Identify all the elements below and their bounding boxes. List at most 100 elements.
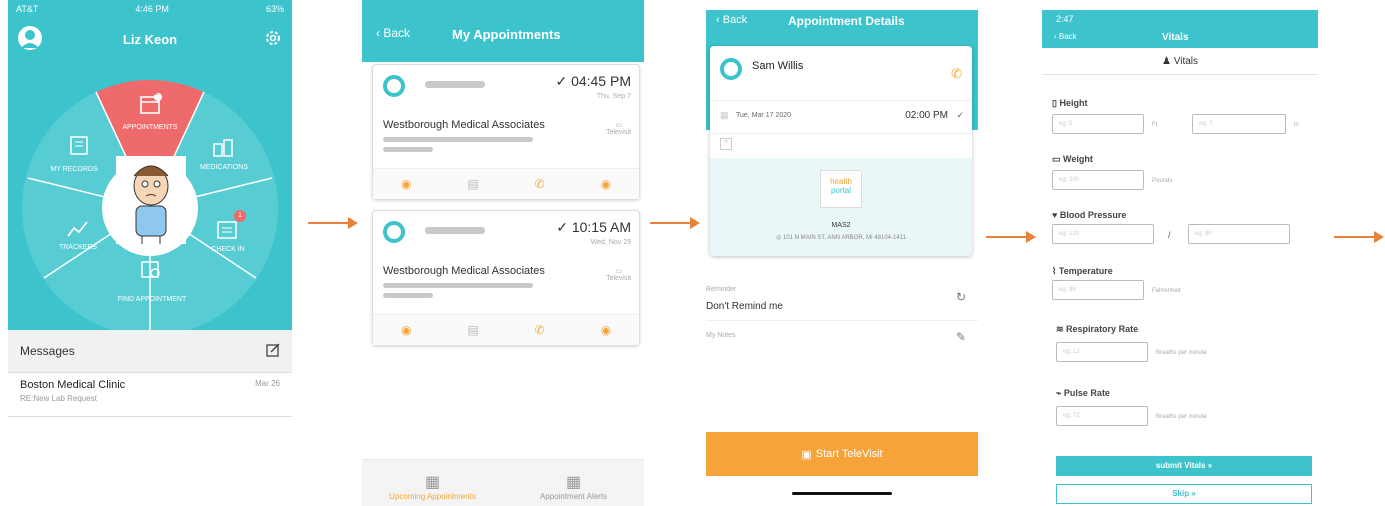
patient-name-redacted: [425, 81, 485, 88]
message-sender: Boston Medical Clinic: [20, 379, 126, 391]
menu-appointments[interactable]: APPOINTMENTS: [110, 124, 190, 131]
trackers-icon: [66, 218, 90, 245]
weight-label-text: Weight: [1063, 154, 1093, 164]
message-item[interactable]: Boston Medical Clinic RE:New Lab Request…: [8, 373, 292, 417]
clock: 2:47: [1056, 14, 1074, 24]
appointment-date: Wed, Nov 29: [590, 239, 631, 246]
temperature-input[interactable]: eg: 99: [1052, 280, 1144, 300]
menu-my-records[interactable]: MY RECORDS: [34, 166, 114, 173]
profile-icon[interactable]: [18, 26, 42, 50]
address-redacted: [383, 137, 533, 142]
avatar: [116, 156, 186, 244]
temperature-unit: Fahrenheit: [1152, 288, 1181, 294]
video-icon: ▣: [801, 448, 812, 461]
gear-icon[interactable]: [264, 29, 282, 50]
tab-upcoming-appointments[interactable]: ▦ Upcoming Appointments: [362, 460, 503, 506]
notes-row[interactable]: My Notes ✎: [706, 326, 978, 356]
my-appointments-screen: ‹ Back My Appointments ✓ 04:45 PM Thu, S…: [362, 0, 644, 506]
televisit-label: Televisit: [606, 275, 631, 282]
page-title: Appointment Details: [788, 14, 905, 28]
address-redacted-2: [383, 147, 433, 152]
temperature-label-text: Temperature: [1058, 266, 1113, 276]
respiratory-rate-label: ≋ Respiratory Rate: [1056, 324, 1139, 334]
appointment-date: Thu, Sep 7: [596, 93, 631, 100]
address-redacted-2: [383, 293, 433, 298]
televisit-indicator: ▭ Televisit: [606, 267, 631, 282]
appointments-header: ‹ Back My Appointments: [362, 0, 644, 62]
facility-name: MAS2: [831, 222, 851, 229]
bp-separator: /: [1168, 230, 1171, 240]
view-icon[interactable]: ◉: [601, 178, 611, 190]
menu-find-appointment[interactable]: FIND APPOINTMENT: [112, 296, 192, 303]
height-label-text: Height: [1059, 98, 1088, 108]
checkin-form-icon[interactable]: ▤: [467, 324, 478, 336]
back-button[interactable]: ‹ Back: [376, 26, 410, 40]
phone-icon[interactable]: ✆: [535, 178, 545, 190]
vitals-section-title: ♟ Vitals: [1042, 50, 1318, 75]
pulse-rate-label-text: Pulse Rate: [1063, 388, 1110, 398]
location-icon[interactable]: ◉: [401, 324, 411, 336]
pulse-rate-label: ⌁ Pulse Rate: [1056, 388, 1110, 398]
menu-check-in[interactable]: CHECK IN: [188, 246, 268, 253]
health-portal-logo: health portal: [820, 170, 862, 208]
appointment-time: ✓ 04:45 PM: [555, 73, 631, 89]
height-inches-input[interactable]: eg: 7: [1192, 114, 1286, 134]
pulse-rate-input[interactable]: eg: 72: [1056, 406, 1148, 426]
location-icon[interactable]: ◉: [401, 178, 411, 190]
blood-pressure-label-text: Blood Pressure: [1059, 210, 1127, 220]
message-date: Mar 26: [255, 379, 280, 388]
diastolic-input[interactable]: eg: 80: [1188, 224, 1290, 244]
person-icon: ♟: [1161, 56, 1171, 67]
submit-vitals-button[interactable]: submit Vitals »: [1056, 456, 1312, 476]
skip-button[interactable]: Skip »: [1056, 484, 1312, 504]
patient-name-redacted: [425, 227, 485, 234]
weight-label: ▭ Weight: [1052, 154, 1093, 164]
appointment-details-screen: ‹ Back Appointment Details Sam Willis ✆ …: [706, 10, 978, 506]
appointment-card[interactable]: ✓ 10:15 AM Wed, Nov 29 Westborough Medic…: [372, 210, 640, 346]
carrier-label: AT&T: [16, 4, 39, 14]
facility-address: ◎ 101 N MAIN ST, ANN ARBOR, MI 48104-141…: [776, 235, 906, 241]
tab-alerts-label: Appointment Alerts: [539, 492, 608, 501]
compose-icon[interactable]: [266, 342, 280, 360]
user-name: Liz Keon: [122, 31, 178, 47]
home-header: Liz Keon: [8, 18, 292, 60]
messages-header: Messages: [8, 330, 292, 373]
reminder-row[interactable]: Reminder Don't Remind me ↻: [706, 280, 978, 321]
back-label: Back: [383, 26, 411, 40]
logo-word-health: health: [830, 177, 852, 186]
message-subject: RE:New Lab Request: [20, 394, 97, 403]
back-label: Back: [1058, 32, 1077, 41]
clinic-name: Westborough Medical Associates: [383, 265, 545, 277]
height-feet-input[interactable]: eg: 5: [1052, 114, 1144, 134]
back-button[interactable]: ‹ Back: [1054, 32, 1077, 41]
facility-address-text: 101 N MAIN ST, ANN ARBOR, MI 48104-1411: [782, 235, 906, 241]
televisit-indicator: ▭ Televisit: [606, 121, 631, 136]
vitals-screen: 2:47 ‹ Back Vitals ♟ Vitals ▯ Height eg:…: [1042, 10, 1318, 506]
view-icon[interactable]: ◉: [601, 324, 611, 336]
respiratory-rate-label-text: Respiratory Rate: [1066, 324, 1139, 334]
menu-trackers[interactable]: TRACKERS: [38, 244, 118, 251]
back-label: Back: [722, 14, 748, 26]
phone-icon[interactable]: ✆: [951, 66, 962, 82]
calendar-alert-icon: ▦: [565, 474, 582, 491]
start-televisit-button[interactable]: ▣ Start TeleVisit: [706, 432, 978, 476]
address-redacted: [383, 283, 533, 288]
help-icon[interactable]: ?: [720, 138, 732, 150]
weight-input[interactable]: eg: 200: [1052, 170, 1144, 190]
alarm-edit-icon[interactable]: ↻: [956, 290, 966, 304]
reminder-value: Don't Remind me: [706, 301, 783, 312]
calendar-icon: ▦: [424, 474, 441, 491]
phone-icon[interactable]: ✆: [535, 324, 545, 336]
start-televisit-label: Start TeleVisit: [815, 448, 883, 460]
home-screen: AT&T 4:46 PM 63% Liz Keon 2 APPOINTMENTS…: [8, 0, 292, 506]
tab-appointment-alerts[interactable]: ▦ Appointment Alerts: [503, 460, 644, 506]
menu-medications[interactable]: MEDICATIONS: [184, 164, 264, 171]
date-row: ▦ Tue, Mar 17 2020 02:00 PM ✓: [710, 100, 972, 134]
systolic-input[interactable]: eg: 120: [1052, 224, 1154, 244]
checkin-form-icon[interactable]: ▤: [467, 178, 478, 190]
edit-notes-icon[interactable]: ✎: [956, 330, 966, 344]
respiratory-rate-input[interactable]: eg: 12: [1056, 342, 1148, 362]
status-bar: AT&T 4:46 PM 63%: [8, 0, 292, 18]
appointment-card[interactable]: ✓ 04:45 PM Thu, Sep 7 Westborough Medica…: [372, 64, 640, 200]
back-button[interactable]: ‹ Back: [716, 14, 747, 26]
